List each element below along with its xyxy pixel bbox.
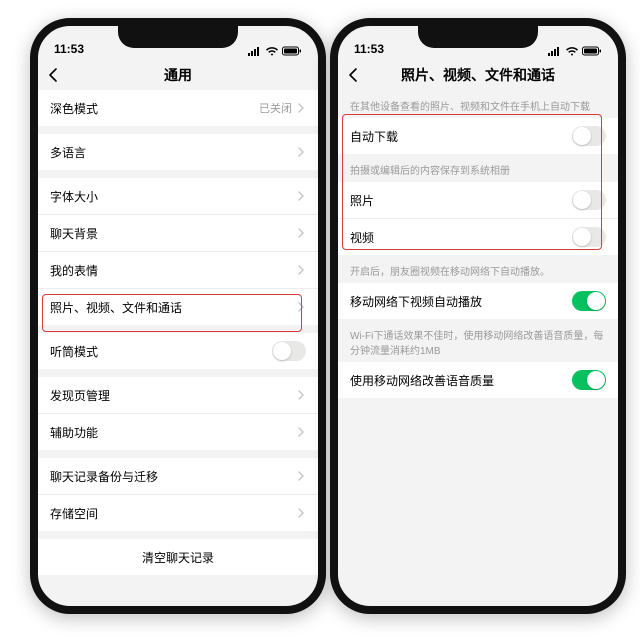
toggle-save-video[interactable]: [572, 227, 606, 247]
chevron-right-icon: [296, 508, 306, 518]
chevron-right-icon: [296, 427, 306, 437]
row-voice-cell[interactable]: 使用移动网络改善语音质量: [338, 362, 618, 398]
row-media-settings[interactable]: 照片、视频、文件和通话: [38, 288, 318, 325]
notch: [418, 26, 538, 48]
settings-panel: 在其他设备查看的照片、视频和文件在手机上自动下载 自动下载 拍摄或编辑后的内容保…: [338, 90, 618, 606]
battery-icon: [582, 46, 602, 56]
phone-right: 11:53 照片、视频、文件和通话 在其他设备查看的照片、视频和文件在手机上自动…: [330, 18, 626, 614]
row-label: 我的表情: [50, 262, 296, 279]
row-label: 听筒模式: [50, 343, 272, 360]
page-title: 照片、视频、文件和通话: [401, 65, 555, 85]
row-save-photo[interactable]: 照片: [338, 182, 618, 218]
row-label: 存储空间: [50, 505, 296, 522]
back-button[interactable]: [46, 67, 62, 83]
section-hint: 开启后，朋友圈视频在移动网络下自动播放。: [338, 255, 618, 283]
row-label: 发现页管理: [50, 387, 296, 404]
section-hint: 拍摄或编辑后的内容保存到系统相册: [338, 154, 618, 182]
row-label: 照片、视频、文件和通话: [50, 299, 296, 316]
section-hint: Wi-Fi下通话效果不佳时，使用移动网络改善语音质量，每分钟流量消耗约1MB: [338, 319, 618, 362]
chevron-right-icon: [296, 390, 306, 400]
row-label: 深色模式: [50, 100, 259, 117]
row-chat-background[interactable]: 聊天背景: [38, 214, 318, 251]
battery-icon: [282, 46, 302, 56]
toggle-auto-download[interactable]: [572, 126, 606, 146]
cellular-icon: [548, 46, 562, 56]
toggle-earpiece[interactable]: [272, 341, 306, 361]
row-chat-backup[interactable]: 聊天记录备份与迁移: [38, 458, 318, 494]
cellular-icon: [248, 46, 262, 56]
status-indicators: [248, 46, 302, 56]
row-label: 字体大小: [50, 188, 296, 205]
row-font-size[interactable]: 字体大小: [38, 178, 318, 214]
chevron-right-icon: [296, 191, 306, 201]
chevron-right-icon: [296, 103, 306, 113]
row-language[interactable]: 多语言: [38, 134, 318, 170]
phone-left: 11:53 通用 深色模式: [30, 18, 326, 614]
chevron-right-icon: [296, 228, 306, 238]
row-label: 清空聊天记录: [142, 549, 214, 566]
row-label: 照片: [350, 192, 572, 209]
row-auto-download[interactable]: 自动下载: [338, 118, 618, 154]
row-label: 辅助功能: [50, 424, 296, 441]
status-indicators: [548, 46, 602, 56]
row-clear-history[interactable]: 清空聊天记录: [38, 539, 318, 575]
row-label: 聊天记录备份与迁移: [50, 468, 296, 485]
row-label: 移动网络下视频自动播放: [350, 293, 572, 310]
back-button[interactable]: [346, 67, 362, 83]
chevron-right-icon: [296, 265, 306, 275]
chevron-right-icon: [296, 302, 306, 312]
row-storage[interactable]: 存储空间: [38, 494, 318, 531]
row-earpiece-mode[interactable]: 听筒模式: [38, 333, 318, 369]
row-label: 视频: [350, 229, 572, 246]
notch: [118, 26, 238, 48]
nav-bar: 通用: [38, 58, 318, 92]
chevron-left-icon: [46, 67, 62, 83]
row-label: 自动下载: [350, 128, 572, 145]
chevron-right-icon: [296, 471, 306, 481]
status-time: 11:53: [354, 42, 384, 56]
page-title: 通用: [164, 65, 192, 85]
status-time: 11:53: [54, 42, 84, 56]
toggle-autoplay[interactable]: [572, 291, 606, 311]
row-value: 已关闭: [259, 100, 292, 116]
chevron-right-icon: [296, 147, 306, 157]
row-discover[interactable]: 发现页管理: [38, 377, 318, 413]
row-my-stickers[interactable]: 我的表情: [38, 251, 318, 288]
row-dark-mode[interactable]: 深色模式 已关闭: [38, 90, 318, 126]
row-autoplay-cellular[interactable]: 移动网络下视频自动播放: [338, 283, 618, 319]
row-label: 使用移动网络改善语音质量: [350, 372, 572, 389]
wifi-icon: [265, 46, 279, 56]
toggle-voice-cell[interactable]: [572, 370, 606, 390]
row-accessibility[interactable]: 辅助功能: [38, 413, 318, 450]
section-hint: 在其他设备查看的照片、视频和文件在手机上自动下载: [338, 90, 618, 118]
row-save-video[interactable]: 视频: [338, 218, 618, 255]
row-label: 聊天背景: [50, 225, 296, 242]
nav-bar: 照片、视频、文件和通话: [338, 58, 618, 92]
toggle-save-photo[interactable]: [572, 190, 606, 210]
wifi-icon: [565, 46, 579, 56]
row-label: 多语言: [50, 144, 296, 161]
chevron-left-icon: [346, 67, 362, 83]
settings-panel: 深色模式 已关闭 多语言 字体大小 聊天背景: [38, 90, 318, 606]
